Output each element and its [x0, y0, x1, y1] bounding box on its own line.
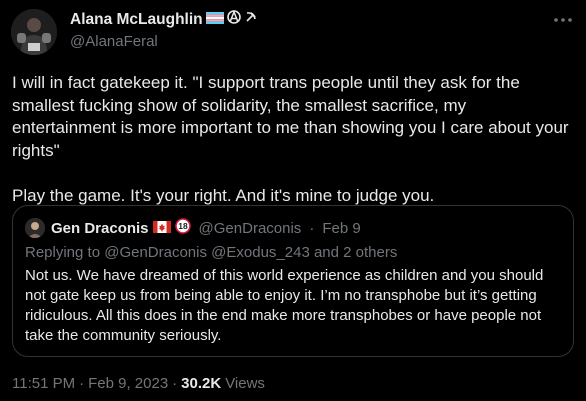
views-count: 30.2K	[181, 375, 222, 392]
tweet-card: Alana McLaughlin @AlanaFeral I will in f…	[0, 0, 586, 401]
quoted-avatar-photo	[25, 218, 45, 238]
quoted-tweet[interactable]: Gen Draconis 18 @GenDraconis · Feb 9 Rep…	[12, 205, 574, 357]
replying-label: Replying to	[25, 244, 101, 261]
canada-flag-icon	[152, 220, 171, 237]
author-display-name[interactable]: Alana McLaughlin	[70, 11, 203, 29]
quoted-display-name: Gen Draconis	[51, 219, 149, 237]
replying-handles: @GenDraconis @Exodus_243	[104, 244, 310, 261]
tweet-date[interactable]: Feb 9, 2023	[88, 375, 168, 392]
author-handle[interactable]: @AlanaFeral	[70, 33, 158, 50]
quoted-separator: ·	[309, 219, 315, 237]
tweet-footer: 11:51 PM · Feb 9, 2023 · 30.2K Views	[12, 375, 265, 392]
replying-to-line: Replying to @GenDraconis @Exodus_243 and…	[25, 244, 397, 261]
tweet-time[interactable]: 11:51 PM	[12, 375, 75, 392]
trans-flag-icon	[205, 11, 224, 29]
svg-text:18: 18	[178, 221, 188, 231]
quoted-header: Gen Draconis 18 @GenDraconis · Feb 9	[25, 218, 361, 238]
tweet-text: I will in fact gatekeep it. "I support t…	[12, 73, 569, 205]
replying-and: and	[313, 244, 339, 261]
author-avatar[interactable]	[11, 9, 57, 55]
quoted-handle: @GenDraconis	[198, 219, 302, 237]
author-name-row: Alana McLaughlin	[70, 9, 258, 29]
quoted-avatar	[25, 218, 45, 238]
more-options-button[interactable]	[552, 12, 574, 28]
footer-separator-2: ·	[172, 375, 178, 392]
avatar-photo	[11, 9, 57, 55]
replying-others: 2 others	[343, 244, 398, 261]
more-dots-icon	[554, 18, 572, 22]
quoted-text: Not us. We have dreamed of this world ex…	[25, 267, 544, 344]
18-badge-icon: 18	[174, 218, 191, 238]
views-label: Views	[225, 375, 265, 392]
quoted-date: Feb 9	[322, 219, 361, 237]
anarchy-symbol-icon	[226, 9, 241, 29]
footer-separator-1: ·	[79, 375, 85, 392]
hammer-sickle-icon	[244, 10, 258, 29]
